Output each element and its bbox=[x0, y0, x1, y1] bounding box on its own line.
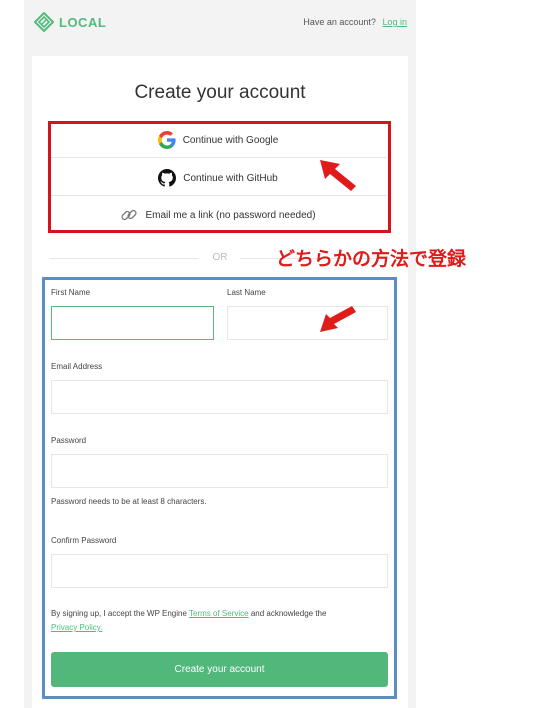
password-hint: Password needs to be at least 8 characte… bbox=[51, 497, 207, 506]
last-name-input[interactable] bbox=[228, 307, 387, 339]
first-name-label: First Name bbox=[51, 288, 91, 297]
login-link[interactable]: Log in bbox=[382, 17, 407, 27]
password-input[interactable] bbox=[52, 455, 387, 487]
first-name-field[interactable] bbox=[51, 306, 214, 340]
email-field[interactable] bbox=[51, 380, 388, 414]
terms-of-service-link[interactable]: Terms of Service bbox=[189, 609, 249, 618]
confirm-password-field[interactable] bbox=[51, 554, 388, 588]
red-arrow-icon bbox=[320, 160, 356, 191]
last-name-field[interactable] bbox=[227, 306, 388, 340]
password-field[interactable] bbox=[51, 454, 388, 488]
have-account-text: Have an account? bbox=[303, 17, 376, 27]
have-account: Have an account? Log in bbox=[303, 17, 407, 27]
password-label: Password bbox=[51, 436, 87, 445]
terms-text: By signing up, I accept the WP Engine Te… bbox=[51, 607, 351, 635]
last-name-label: Last Name bbox=[227, 288, 266, 297]
annotation-text: どちらかの方法で登録 bbox=[276, 249, 467, 270]
first-name-input[interactable] bbox=[52, 307, 213, 339]
red-arrow-form-icon bbox=[320, 306, 356, 332]
header: LOCAL Have an account? Log in bbox=[24, 0, 416, 46]
logo[interactable]: LOCAL bbox=[34, 12, 106, 32]
terms-middle: and acknowledge the bbox=[250, 609, 327, 618]
confirm-password-input[interactable] bbox=[52, 555, 387, 587]
create-account-label: Create your account bbox=[174, 664, 265, 675]
terms-prefix: By signing up, I accept the WP Engine bbox=[51, 609, 187, 618]
email-input[interactable] bbox=[52, 381, 387, 413]
confirm-password-label: Confirm Password bbox=[51, 536, 117, 545]
privacy-policy-link[interactable]: Privacy Policy. bbox=[51, 623, 102, 632]
local-logo-icon bbox=[34, 12, 54, 32]
page-title: Create your account bbox=[134, 82, 306, 103]
logo-text: LOCAL bbox=[59, 14, 107, 30]
email-label: Email Address bbox=[51, 362, 103, 371]
create-account-button[interactable]: Create your account bbox=[51, 652, 388, 687]
highlight-box-form bbox=[42, 277, 397, 699]
